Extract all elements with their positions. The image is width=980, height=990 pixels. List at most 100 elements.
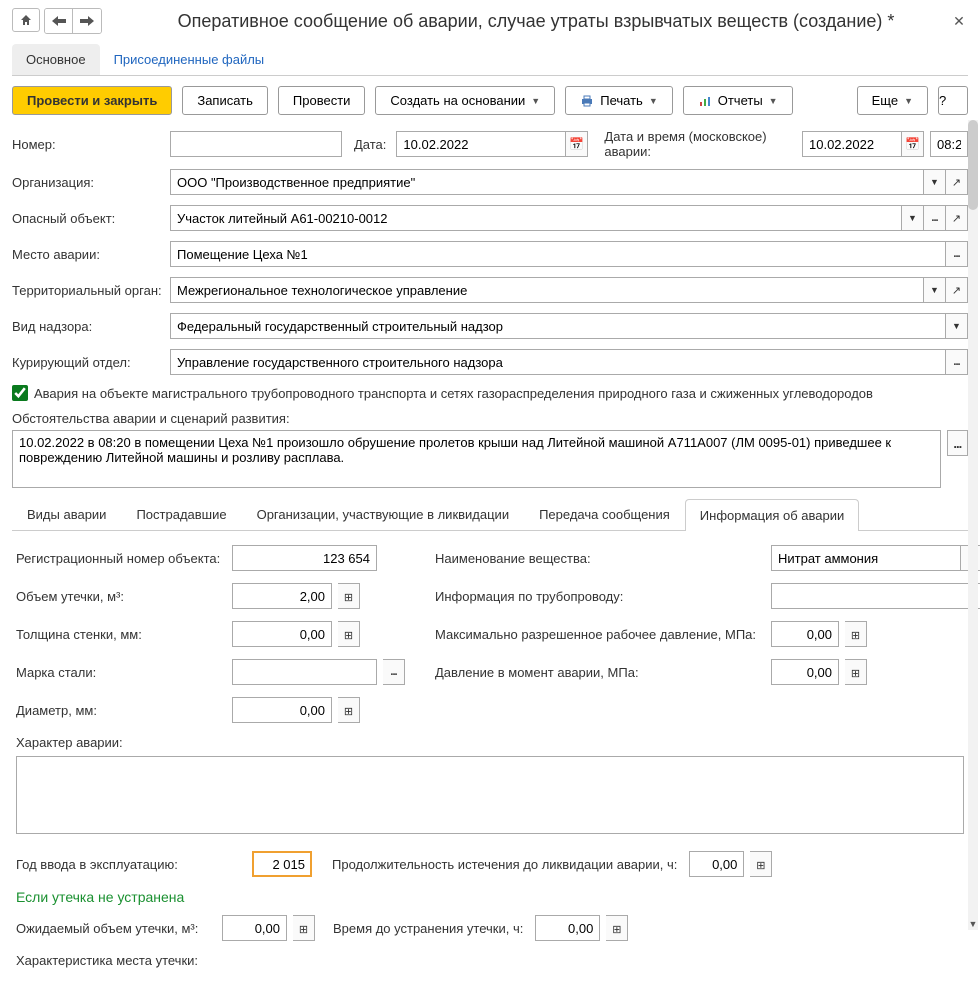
scroll-down-icon[interactable]: ▼: [968, 918, 978, 930]
fix-time-input[interactable]: [535, 915, 600, 941]
diameter-input[interactable]: [232, 697, 332, 723]
duration-label: Продолжительность истечения до ликвидаци…: [332, 857, 677, 872]
calculator-icon[interactable]: [338, 621, 360, 647]
circumstances-textarea[interactable]: [12, 430, 941, 488]
number-input[interactable]: [170, 131, 342, 157]
ellipsis-icon[interactable]: ...: [947, 430, 968, 456]
expected-leak-volume-label: Ожидаемый объем утечки, м³:: [16, 921, 216, 936]
tab-attached-files[interactable]: Присоединенные файлы: [100, 44, 279, 75]
chevron-down-icon: ▼: [904, 96, 913, 106]
ellipsis-icon[interactable]: ...: [946, 241, 968, 267]
max-pressure-input[interactable]: [771, 621, 839, 647]
write-button[interactable]: Записать: [182, 86, 268, 115]
dropdown-icon[interactable]: ▼: [924, 169, 946, 195]
date-input[interactable]: [396, 131, 566, 157]
hazardous-object-input[interactable]: [170, 205, 902, 231]
leak-volume-input[interactable]: [232, 583, 332, 609]
accident-place-input[interactable]: [170, 241, 946, 267]
forward-button[interactable]: [73, 9, 101, 33]
substance-input[interactable]: [771, 545, 961, 571]
number-label: Номер:: [12, 137, 164, 152]
accident-pressure-label: Давление в момент аварии, МПа:: [435, 665, 765, 680]
ellipsis-icon[interactable]: ...: [924, 205, 946, 231]
page-title: Оперативное сообщение об аварии, случае …: [122, 11, 950, 32]
wall-thickness-input[interactable]: [232, 621, 332, 647]
post-button[interactable]: Провести: [278, 86, 366, 115]
accident-time-input[interactable]: [930, 131, 968, 157]
calculator-icon[interactable]: [750, 851, 772, 877]
print-label: Печать: [600, 93, 643, 108]
dropdown-icon[interactable]: ▼: [946, 313, 968, 339]
create-based-label: Создать на основании: [390, 93, 525, 108]
calculator-icon[interactable]: [293, 915, 315, 941]
ellipsis-icon[interactable]: ...: [383, 659, 405, 685]
tab-main[interactable]: Основное: [12, 44, 100, 75]
date-label: Дата:: [354, 137, 386, 152]
dropdown-icon[interactable]: ▼: [902, 205, 924, 231]
reg-number-input[interactable]: [232, 545, 377, 571]
back-button[interactable]: [45, 9, 73, 33]
help-button[interactable]: ?: [938, 86, 968, 115]
print-button[interactable]: Печать ▼: [565, 86, 673, 115]
accident-character-textarea[interactable]: [16, 756, 964, 834]
calculator-icon[interactable]: [606, 915, 628, 941]
calendar-icon[interactable]: 📅: [902, 131, 924, 157]
fix-time-label: Время до устранения утечки, ч:: [333, 921, 523, 936]
calculator-icon[interactable]: [845, 659, 867, 685]
pipe-info-label: Информация по трубопроводу:: [435, 589, 765, 604]
dropdown-icon[interactable]: ▼: [924, 277, 946, 303]
tab-accident-info[interactable]: Информация об аварии: [685, 499, 859, 531]
chevron-down-icon: ▼: [649, 96, 658, 106]
department-label: Курирующий отдел:: [12, 355, 164, 370]
tab-accident-types[interactable]: Виды аварии: [12, 498, 121, 530]
supervision-type-input[interactable]: [170, 313, 946, 339]
supervision-type-label: Вид надзора:: [12, 319, 164, 334]
calculator-icon[interactable]: [338, 697, 360, 723]
leak-place-characteristic-label: Характеристика места утечки:: [16, 953, 964, 968]
calculator-icon[interactable]: [845, 621, 867, 647]
steel-grade-label: Марка стали:: [16, 665, 226, 680]
create-based-on-button[interactable]: Создать на основании ▼: [375, 86, 555, 115]
leak-not-fixed-heading: Если утечка не устранена: [16, 889, 964, 905]
open-icon[interactable]: ↗: [946, 277, 968, 303]
pipeline-accident-checkbox[interactable]: [12, 385, 28, 401]
vertical-scrollbar[interactable]: ▼: [968, 120, 978, 930]
department-input[interactable]: [170, 349, 946, 375]
pipeline-accident-label: Авария на объекте магистрального трубопр…: [34, 386, 873, 401]
tab-message-transfer[interactable]: Передача сообщения: [524, 498, 685, 530]
accident-date-input[interactable]: [802, 131, 902, 157]
expected-leak-volume-input[interactable]: [222, 915, 287, 941]
steel-grade-input[interactable]: [232, 659, 377, 685]
open-icon[interactable]: ↗: [946, 205, 968, 231]
ellipsis-icon[interactable]: ...: [946, 349, 968, 375]
more-button[interactable]: Еще ▼: [857, 86, 928, 115]
scroll-thumb[interactable]: [968, 120, 978, 210]
calendar-icon[interactable]: 📅: [566, 131, 588, 157]
organization-input[interactable]: [170, 169, 924, 195]
accident-datetime-label: Дата и время (московское) аварии:: [604, 129, 792, 159]
circumstances-label: Обстоятельства аварии и сценарий развити…: [12, 411, 968, 426]
tab-liquidation-orgs[interactable]: Организации, участвующие в ликвидации: [242, 498, 524, 530]
accident-place-label: Место аварии:: [12, 247, 164, 262]
calculator-icon[interactable]: [338, 583, 360, 609]
tab-victims[interactable]: Пострадавшие: [121, 498, 241, 530]
reports-label: Отчеты: [718, 93, 763, 108]
max-pressure-label: Максимально разрешенное рабочее давление…: [435, 627, 765, 642]
commissioning-year-label: Год ввода в эксплуатацию:: [16, 857, 246, 872]
commissioning-year-input[interactable]: [252, 851, 312, 877]
territorial-body-input[interactable]: [170, 277, 924, 303]
diameter-label: Диаметр, мм:: [16, 703, 226, 718]
accident-pressure-input[interactable]: [771, 659, 839, 685]
post-and-close-button[interactable]: Провести и закрыть: [12, 86, 172, 115]
pipe-info-input[interactable]: [771, 583, 980, 609]
close-icon[interactable]: ✕: [950, 12, 968, 30]
open-icon[interactable]: ↗: [946, 169, 968, 195]
duration-input[interactable]: [689, 851, 744, 877]
chevron-down-icon: ▼: [531, 96, 540, 106]
hazardous-object-label: Опасный объект:: [12, 211, 164, 226]
organization-label: Организация:: [12, 175, 164, 190]
leak-volume-label: Объем утечки, м³:: [16, 589, 226, 604]
reports-button[interactable]: Отчеты ▼: [683, 86, 793, 115]
wall-thickness-label: Толщина стенки, мм:: [16, 627, 226, 642]
home-button[interactable]: [12, 8, 40, 32]
